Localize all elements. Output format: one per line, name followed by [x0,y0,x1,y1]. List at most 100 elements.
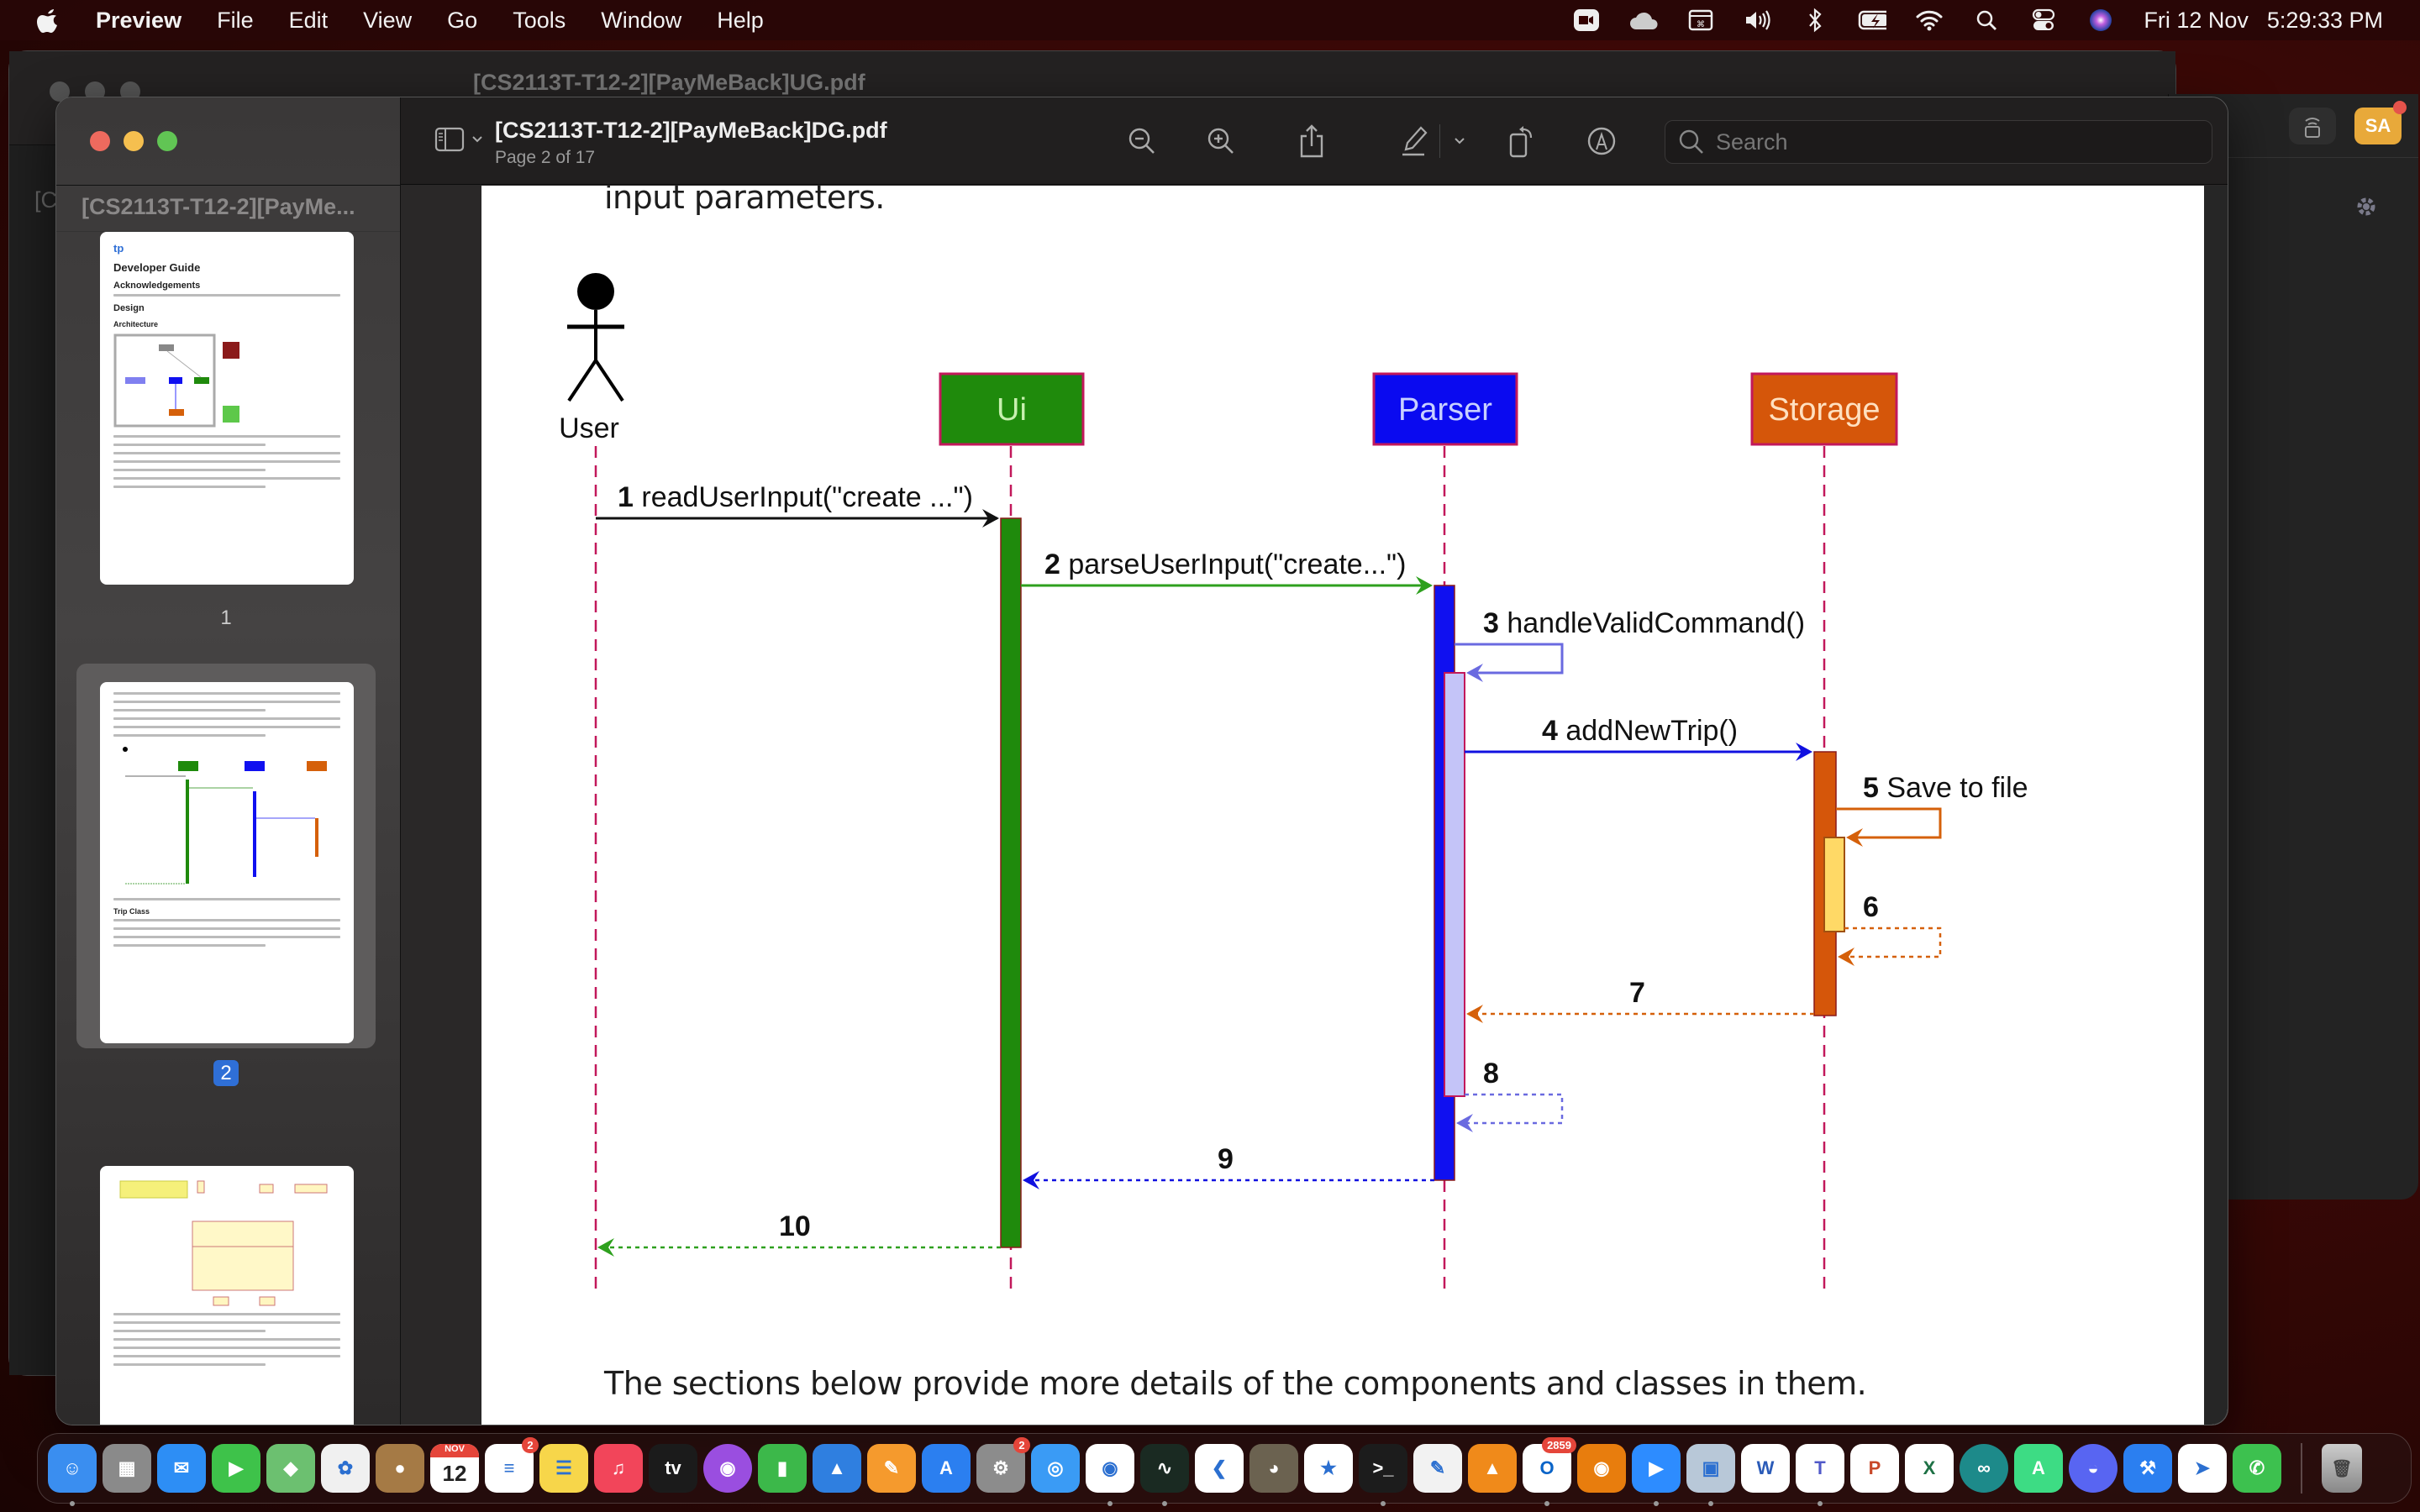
dock-gimp[interactable]: ◕ [1249,1444,1298,1493]
thumbnail-page-2[interactable]: Trip Class 2 [76,664,376,1086]
sidebar-toggle-button[interactable] [434,126,483,153]
dock-android-studio[interactable]: A [2014,1444,2063,1493]
dock-arduino[interactable]: ∞ [1960,1444,2008,1493]
dock-app-store[interactable]: A [922,1444,971,1493]
message-8-line [1460,1093,1564,1125]
dock-photos[interactable]: ✿ [321,1444,370,1493]
minimize-button[interactable] [124,131,144,151]
participant-ui-label: Ui [997,392,1027,428]
zoom-status-icon[interactable] [1572,8,1601,33]
dock-safari[interactable]: ◎ [1031,1444,1080,1493]
dock-teams[interactable]: T [1796,1444,1844,1506]
dock-reminders[interactable]: ≡ 2 [485,1437,539,1493]
menu-view[interactable]: View [363,8,412,34]
markup-menu-button[interactable] [1447,123,1472,160]
menu-file[interactable]: File [217,8,254,34]
word-icon: W [1756,1457,1775,1478]
close-button[interactable] [90,131,110,151]
dock-trash[interactable]: 🗑 [2322,1444,2362,1493]
dock-podcasts[interactable]: ◉ [703,1444,752,1493]
vs-code-icon: ❮ [1211,1457,1228,1478]
dock-telegram[interactable]: ➤ [2178,1444,2227,1493]
terminal-icon: >_ [1372,1457,1394,1478]
menu-help[interactable]: Help [717,8,764,34]
search-input[interactable] [1716,129,2186,155]
document-viewer[interactable]: input parameters. User Ui Parser Storage 1 r… [401,186,2228,1425]
zoom-out-button[interactable] [1123,123,1160,160]
rotate-button[interactable] [1504,123,1541,160]
menu-app-name[interactable]: Preview [96,8,182,34]
huddle-button[interactable] [2289,107,2336,144]
apple-menu-icon[interactable] [34,6,62,34]
dock-whatsapp[interactable]: ✆ [2233,1444,2281,1493]
dock-activity-monitor[interactable]: ∿ [1140,1444,1189,1506]
dock-preview[interactable]: ▣ [1686,1444,1735,1506]
share-button[interactable] [1293,123,1330,160]
dock-finder[interactable]: ☺ [48,1444,97,1506]
dock-chrome[interactable]: ◉ [1086,1444,1134,1506]
markup-button[interactable] [1396,123,1433,160]
message-6-line [1841,927,1942,958]
dock-outlook[interactable]: O 2859 [1523,1437,1576,1506]
keyboard-viewer-icon[interactable]: ⌘ [1686,8,1715,33]
menu-window[interactable]: Window [601,8,681,34]
teams-icon: T [1814,1457,1826,1478]
dock-maps[interactable]: ◆ [266,1444,315,1493]
dock-xcode[interactable]: ⚒ [2123,1444,2172,1493]
dock-mail[interactable]: ✉ [157,1444,206,1493]
dock-blender[interactable]: ◉ [1577,1444,1626,1493]
dock-system-preferences[interactable]: ⚙ 2 [976,1437,1030,1493]
dock-keynote[interactable]: ▲ [813,1444,861,1493]
volume-icon[interactable] [1744,8,1772,33]
thumbnail-page-1[interactable]: tp Developer Guide Acknowledgements Desi… [76,232,376,629]
dock-contacts[interactable]: ● [376,1444,424,1493]
finder-icon: ☺ [62,1457,82,1478]
dock-separator [2301,1443,2302,1494]
toolbar: [CS2113T-T12-2][PayMeBack]DG.pdf Page 2 … [401,97,2228,185]
dock-numbers[interactable]: ▮ [758,1444,807,1493]
sidebar-icon [434,127,465,152]
dock-music[interactable]: ♫ [594,1444,643,1493]
thumbnail-list[interactable]: tp Developer Guide Acknowledgements Desi… [56,232,400,1425]
siri-icon[interactable] [2086,8,2115,33]
dock-word[interactable]: W [1741,1444,1790,1493]
thumbnail-page-3[interactable] [76,1166,376,1425]
fullscreen-button[interactable] [157,131,177,151]
dock: ☺ ▦ ✉ ▶ ◆ ✿ ● NOV 12 ≡ 2 ☰ ♫ tv ◉ ▮ ▲ ✎ A ⚙ 2 ◎ ◉ ∿ ❮ ◕ ★ >_ ✎ ▲ O 2859… [37,1433,2412,1506]
dock-discord[interactable]: ◒ [2069,1444,2118,1493]
dock-imovie[interactable]: ★ [1304,1444,1353,1493]
dock-textedit[interactable]: ✎ [1413,1444,1462,1493]
running-indicator [1544,1501,1549,1506]
dock-notes[interactable]: ☰ [539,1444,588,1493]
annotate-button[interactable] [1583,123,1620,160]
dock-calendar[interactable]: NOV 12 [430,1444,479,1493]
spotlight-icon[interactable] [1972,8,2001,33]
dock-launchpad[interactable]: ▦ [103,1444,151,1493]
scrollbar[interactable] [2204,186,2228,1425]
menu-go[interactable]: Go [447,8,477,34]
battery-charging-icon[interactable] [1858,8,1887,33]
dock-zoom[interactable]: ▶ [1632,1444,1681,1506]
user-avatar[interactable]: SA [2354,100,2407,144]
message-10-label: 10 [779,1210,811,1242]
gear-icon[interactable] [2354,195,2378,223]
menu-tools[interactable]: Tools [513,8,566,34]
dock-pages[interactable]: ✎ [867,1444,916,1493]
dock-powerpoint[interactable]: P [1850,1444,1899,1493]
dock-vlc[interactable]: ▲ [1468,1444,1517,1493]
message-6-label: 6 [1863,891,1879,923]
search-field[interactable] [1665,120,2212,164]
dock-vs-code[interactable]: ❮ [1195,1444,1244,1493]
dock-terminal[interactable]: >_ [1359,1444,1407,1506]
menu-edit[interactable]: Edit [289,8,329,34]
wifi-icon[interactable] [1915,8,1944,33]
zoom-in-button[interactable] [1202,123,1239,160]
bluetooth-icon[interactable] [1801,8,1829,33]
control-center-icon[interactable] [2029,8,2058,33]
dock-tv[interactable]: tv [649,1444,697,1493]
dock-excel[interactable]: X [1905,1444,1954,1493]
page-indicator: Page 2 of 17 [495,148,596,167]
dock-facetime[interactable]: ▶ [212,1444,260,1493]
menu-clock[interactable]: Fri 12 Nov 5:29:33 PM [2144,8,2383,34]
creative-cloud-icon[interactable] [1629,8,1658,33]
